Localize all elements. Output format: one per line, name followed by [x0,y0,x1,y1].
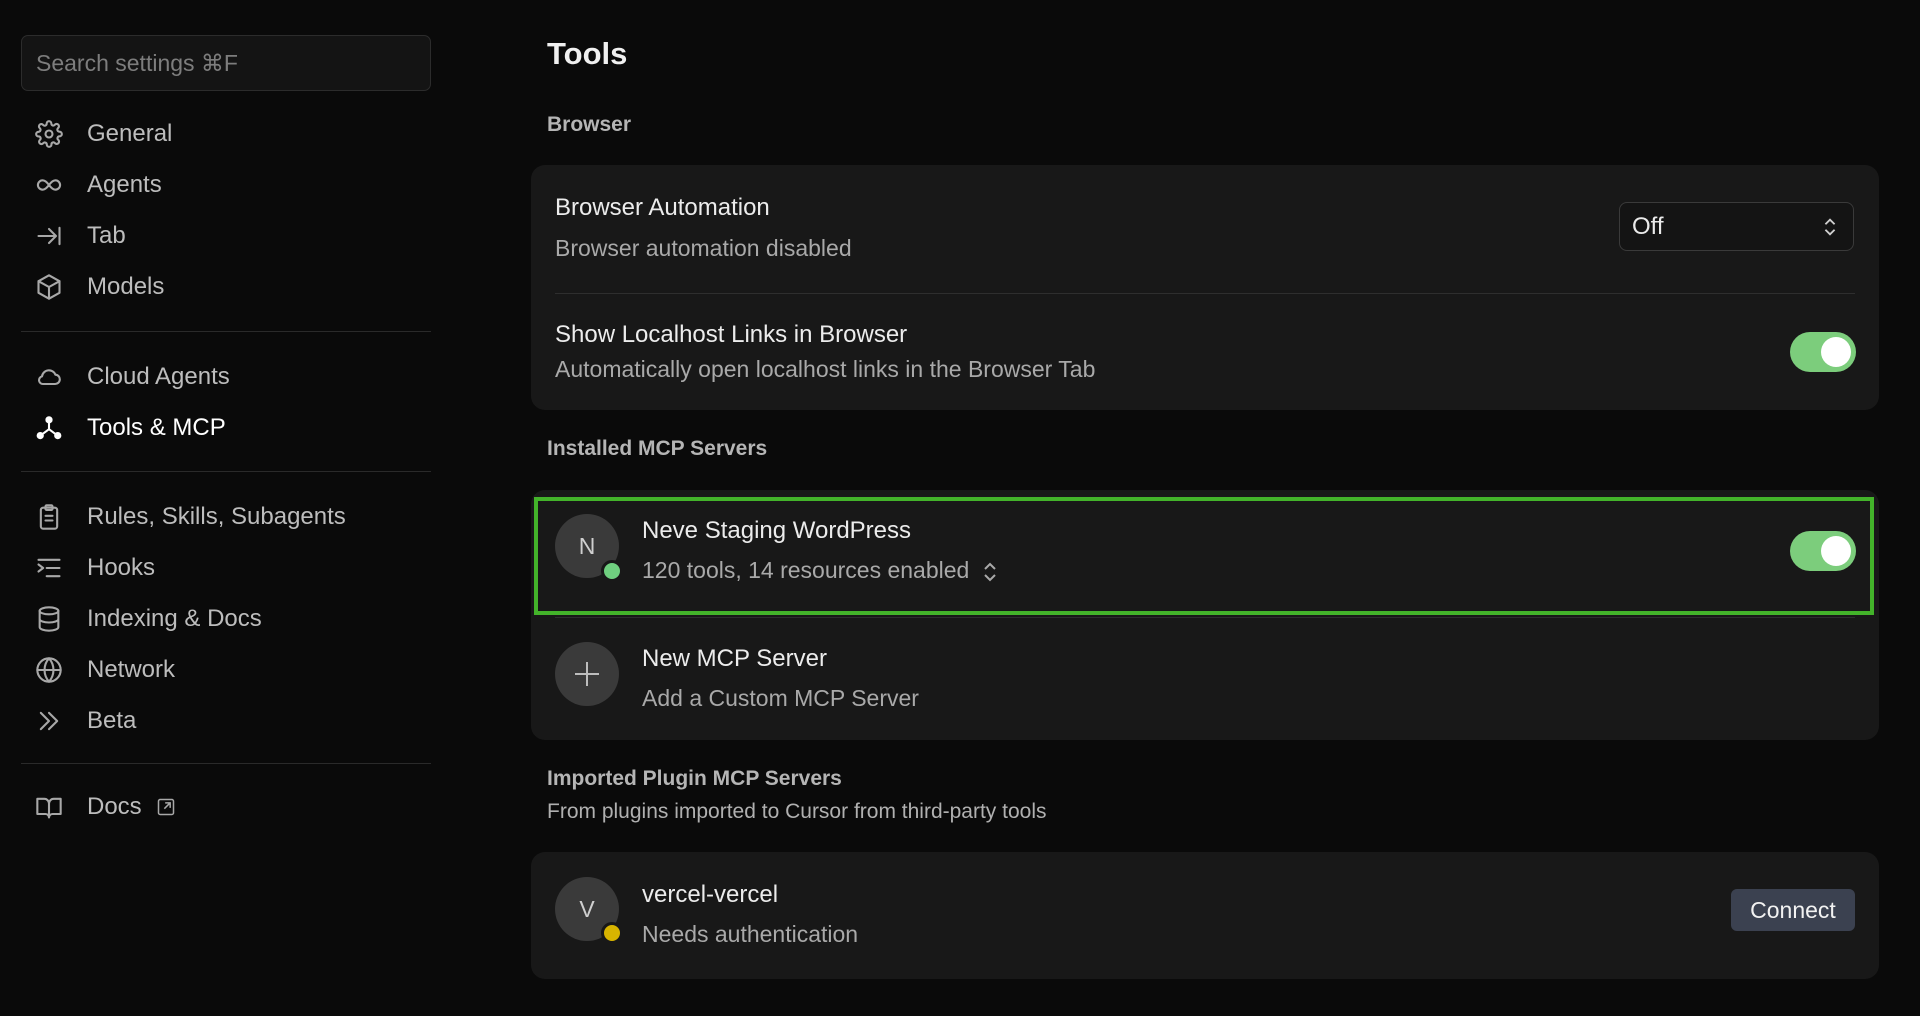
select-value: Off [1632,212,1664,240]
imported-mcp-card [531,852,1879,979]
nav-group-agents: Cloud Agents Tools & MCP [21,351,431,453]
nodes-icon [33,412,65,444]
sidebar-item-label: Rules, Skills, Subagents [87,502,346,530]
sidebar-item-label: Indexing & Docs [87,604,262,632]
tab-arrow-icon [33,220,65,252]
section-label-installed-mcp: Installed MCP Servers [547,437,768,460]
sidebar-item-label: Tab [87,221,126,249]
page-title: Tools [547,36,628,71]
infinity-icon [33,169,65,201]
selection-highlight [534,497,1874,615]
new-mcp-server-description: Add a Custom MCP Server [642,685,919,711]
double-chevron-icon [33,705,65,737]
sidebar-item-label: Cloud Agents [87,362,230,390]
browser-automation-select[interactable]: Off [1619,202,1854,251]
cloud-icon [33,361,65,393]
sidebar-item-general[interactable]: General [21,108,431,159]
server-initial: V [579,895,595,922]
add-server-button[interactable] [555,642,619,706]
sidebar-divider [21,471,431,472]
sidebar-item-rules[interactable]: Rules, Skills, Subagents [21,491,431,542]
localhost-links-description: Automatically open localhost links in th… [555,356,1096,382]
connect-button[interactable]: Connect [1731,889,1855,931]
sidebar-item-tab[interactable]: Tab [21,210,431,261]
row-divider [555,293,1855,294]
sidebar-item-models[interactable]: Models [21,261,431,312]
sidebar-item-tools-mcp[interactable]: Tools & MCP [21,402,431,453]
localhost-links-toggle[interactable] [1790,332,1856,372]
sidebar-item-cloud-agents[interactable]: Cloud Agents [21,351,431,402]
settings-sidebar: General Agents Tab Models Cloud Agents T… [0,0,452,1016]
sidebar-item-hooks[interactable]: Hooks [21,542,431,593]
sidebar-item-label: Models [87,272,165,300]
cube-icon [33,271,65,303]
sidebar-item-network[interactable]: Network [21,644,431,695]
browser-automation-title: Browser Automation [555,194,770,221]
sidebar-divider [21,331,431,332]
globe-icon [33,654,65,686]
section-label-imported-mcp: Imported Plugin MCP Servers [547,767,842,790]
sidebar-item-indexing[interactable]: Indexing & Docs [21,593,431,644]
sidebar-item-label: General [87,119,173,147]
sidebar-item-beta[interactable]: Beta [21,695,431,746]
nav-group-config: Rules, Skills, Subagents Hooks Indexing … [21,491,431,746]
status-warning-dot [601,922,623,944]
sidebar-item-label: Docs [87,792,142,820]
server-auth-status: Needs authentication [642,921,859,947]
server-name: vercel-vercel [642,881,779,908]
nav-group-main: General Agents Tab Models [21,108,431,312]
sidebar-item-label: Agents [87,170,162,198]
gear-icon [33,118,65,150]
list-arrow-icon [33,552,65,584]
database-icon [33,603,65,635]
sidebar-item-label: Tools & MCP [87,413,226,441]
plus-icon [572,659,602,689]
section-description-imported-mcp: From plugins imported to Cursor from thi… [547,800,1047,823]
sidebar-item-label: Network [87,655,176,683]
chevron-up-down-icon [1819,215,1841,239]
sidebar-item-docs[interactable]: Docs [21,781,431,832]
sidebar-item-label: Hooks [87,553,156,581]
localhost-links-title: Show Localhost Links in Browser [555,321,908,348]
search-input[interactable] [21,35,431,91]
book-icon [33,791,65,823]
row-divider [555,617,1855,618]
sidebar-item-label: Beta [87,706,137,734]
new-mcp-server-link[interactable]: New MCP Server [642,645,827,673]
browser-automation-description: Browser automation disabled [555,235,852,261]
section-label-browser: Browser [547,113,632,136]
toggle-knob [1821,337,1851,367]
nav-group-docs: Docs [21,781,431,832]
external-link-icon [156,797,176,817]
sidebar-item-agents[interactable]: Agents [21,159,431,210]
sidebar-divider [21,763,431,764]
clipboard-icon [33,501,65,533]
